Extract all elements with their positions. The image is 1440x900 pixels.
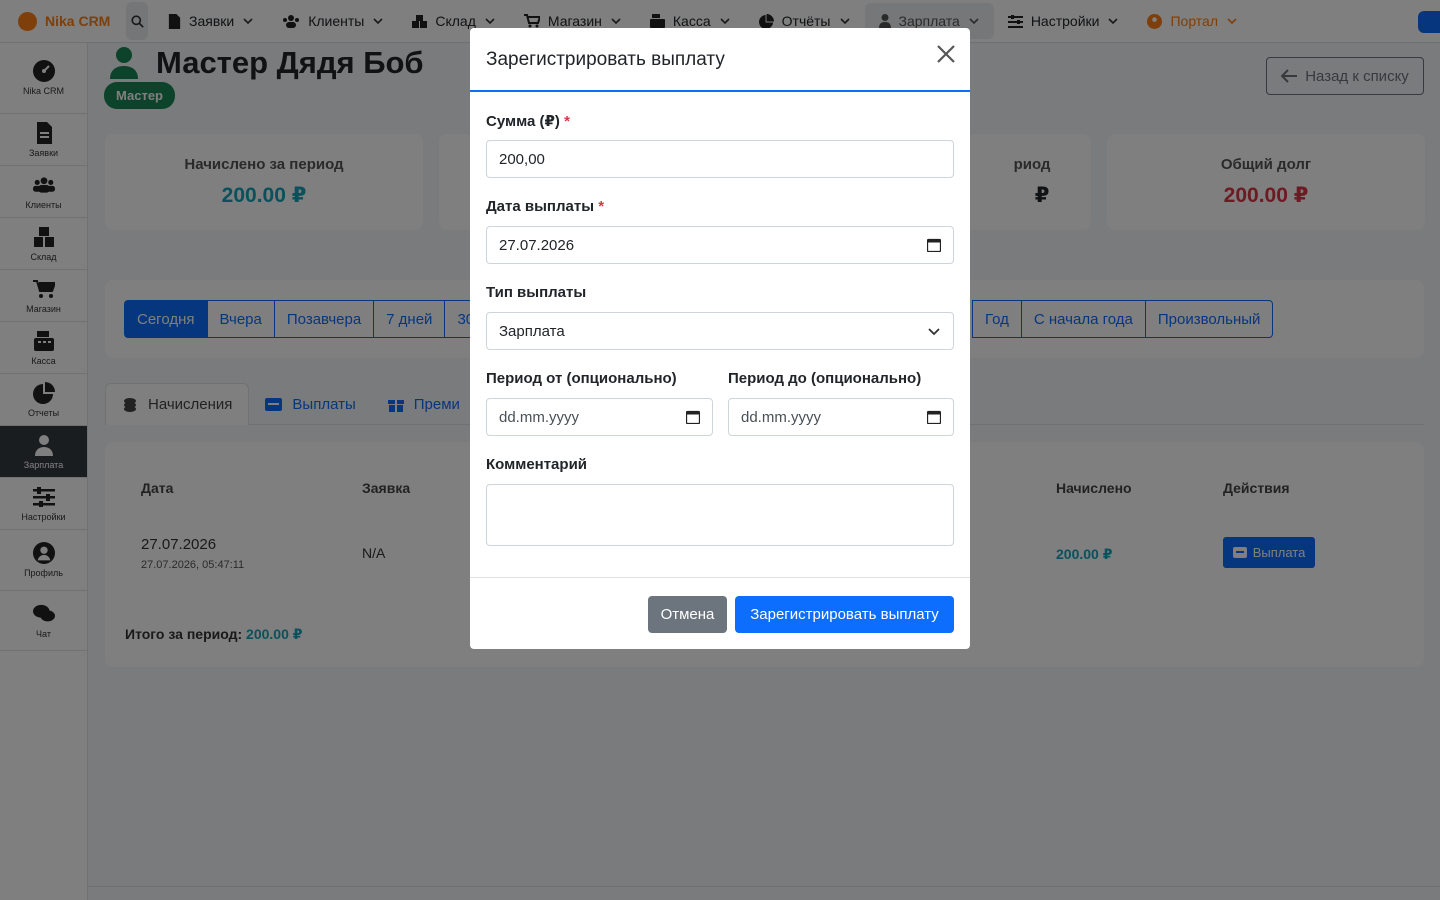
required-mark: *: [598, 198, 605, 215]
cancel-button[interactable]: Отмена: [648, 596, 727, 633]
amount-label: Сумма (₽) *: [486, 112, 570, 130]
amount-input[interactable]: 200,00: [486, 140, 954, 178]
period-from-label: Период от (опционально): [486, 370, 677, 387]
chevron-down-icon: [928, 328, 940, 336]
comment-label: Комментарий: [486, 456, 588, 473]
date-label-text: Дата выплаты: [486, 198, 595, 215]
calendar-icon[interactable]: [927, 410, 941, 424]
calendar-icon[interactable]: [686, 410, 700, 424]
modal-footer: Отмена Зарегистрировать выплату: [470, 577, 970, 649]
register-payment-modal: Зарегистрировать выплату Сумма (₽) * 200…: [470, 28, 970, 649]
period-to-placeholder: dd.mm.yyyy: [741, 408, 822, 426]
date-value: 27.07.2026: [499, 236, 575, 254]
period-to-input[interactable]: dd.mm.yyyy: [728, 398, 954, 436]
date-label: Дата выплаты *: [486, 198, 604, 215]
period-from-placeholder: dd.mm.yyyy: [499, 408, 580, 426]
close-icon[interactable]: [934, 42, 958, 66]
period-to-label: Период до (опционально): [728, 370, 922, 387]
type-value: Зарплата: [499, 322, 565, 340]
payment-type-select[interactable]: Зарплата: [486, 312, 954, 350]
period-from-input[interactable]: dd.mm.yyyy: [486, 398, 713, 436]
calendar-icon[interactable]: [927, 238, 941, 252]
type-label: Тип выплаты: [486, 284, 587, 301]
amount-value: 200,00: [499, 150, 545, 168]
amount-label-text: Сумма (₽): [486, 113, 560, 130]
payment-date-input[interactable]: 27.07.2026: [486, 226, 954, 264]
comment-textarea[interactable]: [486, 484, 954, 546]
submit-payment-button[interactable]: Зарегистрировать выплату: [735, 596, 954, 633]
modal-title: Зарегистрировать выплату: [486, 49, 725, 70]
modal-header: Зарегистрировать выплату: [470, 28, 970, 92]
required-mark: *: [564, 113, 570, 130]
